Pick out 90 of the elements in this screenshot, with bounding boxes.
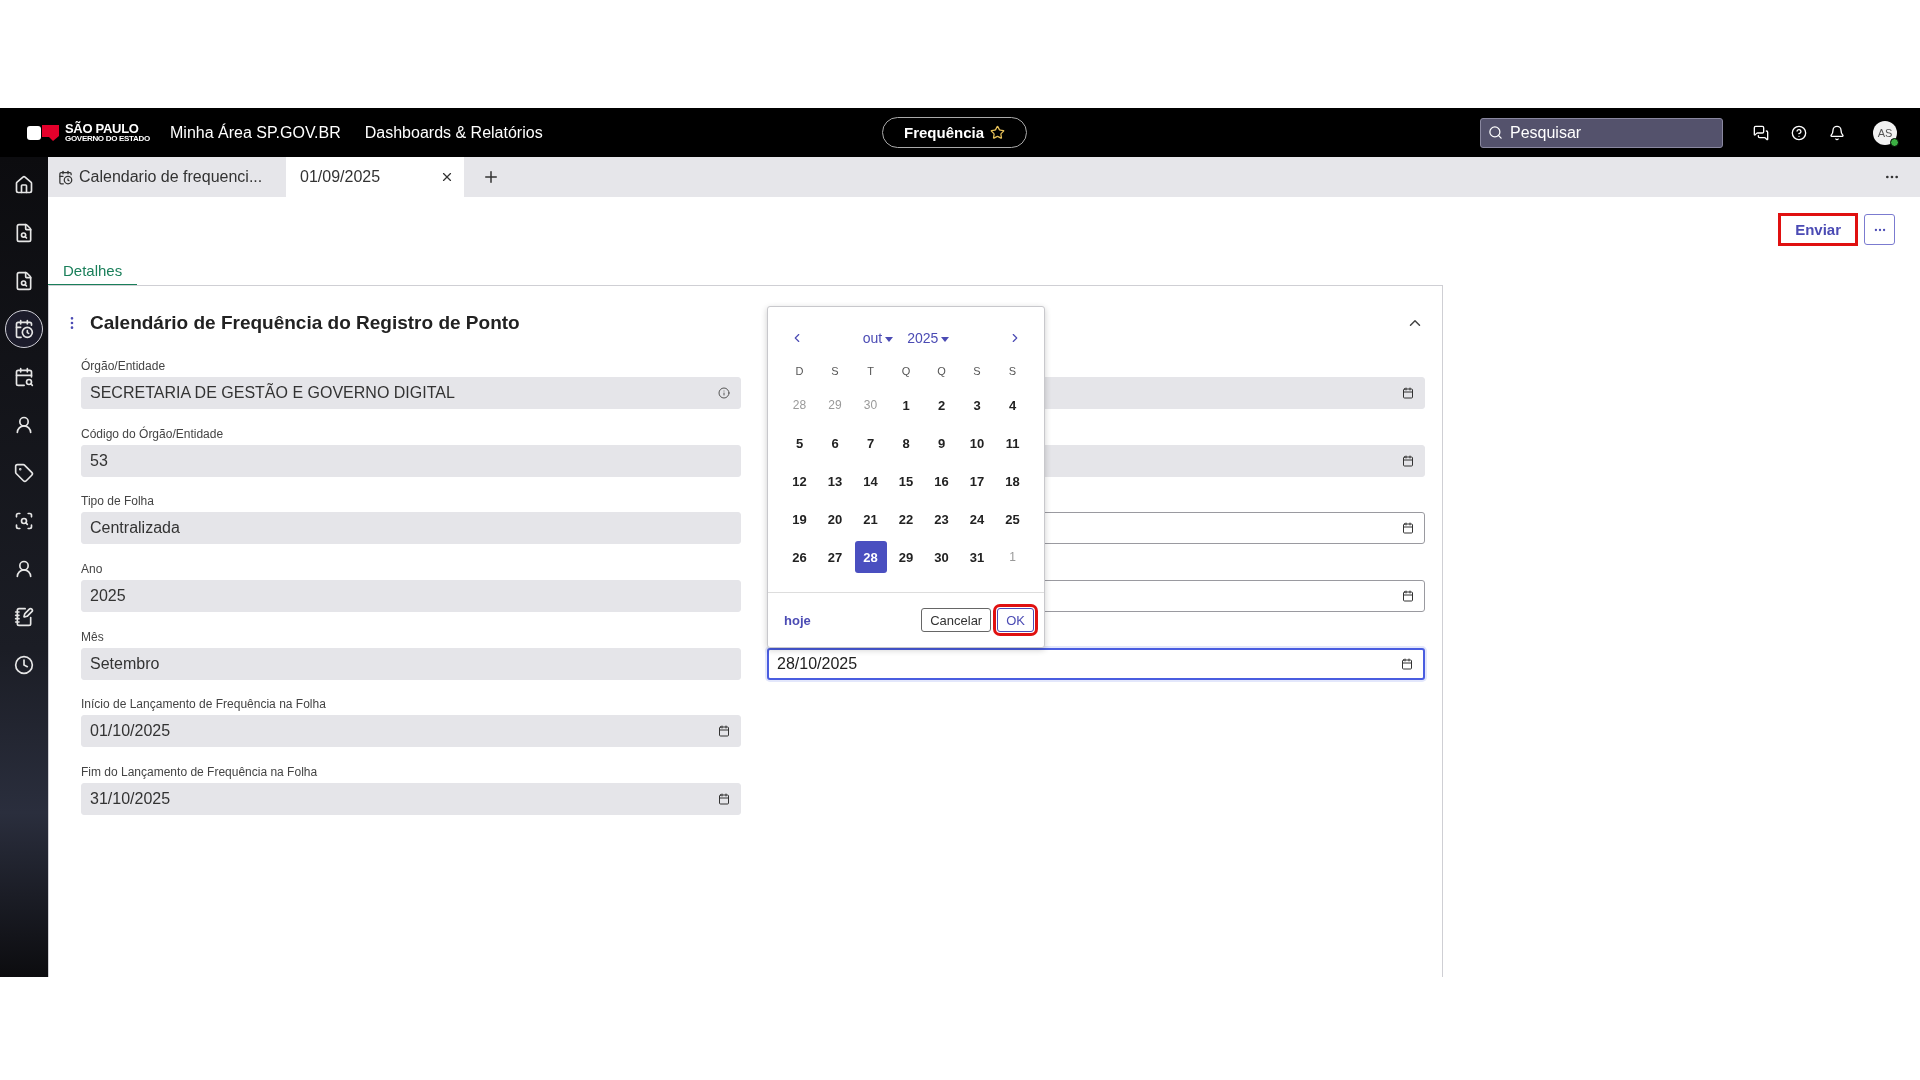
calendar-day[interactable]: 19 [783, 503, 816, 535]
field-label: Mês [81, 629, 105, 646]
calendar-day[interactable]: 7 [854, 427, 887, 459]
person-icon [14, 415, 34, 435]
calendar-day[interactable]: 17 [961, 465, 993, 497]
calendar-day[interactable]: 27 [819, 541, 851, 573]
calendar-day[interactable]: 15 [890, 465, 922, 497]
field-label: Código do Órgão/Entidade [81, 426, 225, 443]
calendar-day[interactable]: 8 [890, 427, 922, 459]
clock-icon [14, 655, 34, 675]
calendar-clock-icon [58, 169, 73, 185]
weekday-label: S [1007, 364, 1018, 379]
calendar-day[interactable]: 1 [890, 389, 922, 421]
bell-icon[interactable] [1829, 124, 1845, 141]
document-search-icon [14, 223, 34, 243]
calendar-day[interactable]: 2 [925, 389, 958, 421]
nav-link[interactable]: Minha Área SP.GOV.BR [170, 123, 341, 142]
search-field[interactable]: Pesquisar [1480, 117, 1723, 148]
sidebar-button[interactable] [5, 310, 43, 348]
calendar-day[interactable]: 11 [996, 427, 1029, 459]
today-link[interactable]: hoje [784, 612, 811, 628]
calendar-day[interactable]: 24 [961, 503, 993, 535]
calendar-icon[interactable] [1402, 590, 1414, 603]
status-dot [1890, 137, 1899, 147]
cancel-button[interactable]: Cancelar [921, 608, 992, 632]
card-title: Calendário de Frequência do Registro de Ponto [90, 312, 520, 334]
logo-subtitle: GOVERNO DO ESTADO [65, 135, 150, 143]
calendar-day[interactable]: 20 [819, 503, 851, 535]
calendar-day[interactable]: 13 [819, 465, 851, 497]
notebook-icon [14, 607, 34, 627]
weekday-label: D [794, 364, 805, 379]
calendar-day[interactable]: 3 [961, 389, 993, 421]
field-label: Início de Lançamento de Frequência na Folha [81, 697, 327, 714]
calendar-icon[interactable] [1402, 522, 1414, 535]
date-field[interactable]: 28/10/2025 [767, 647, 1425, 680]
calendar-day[interactable]: 25 [996, 503, 1029, 535]
field-label: Fim do Lançamento de Frequência na Folha [81, 765, 319, 782]
user-avatar[interactable]: AS [1873, 120, 1897, 145]
weekday-label: Q [936, 364, 947, 379]
info-icon [718, 387, 730, 399]
calendar-day[interactable]: 28 [854, 541, 887, 573]
document-search-icon [14, 271, 34, 291]
search-icon [1488, 124, 1503, 140]
calendar-day[interactable]: 18 [996, 465, 1029, 497]
weekday-label: T [866, 364, 875, 379]
chat-icon[interactable] [1753, 124, 1769, 141]
star-icon [990, 125, 1005, 140]
calendar-day[interactable]: 21 [854, 503, 887, 535]
weekday-label: S [830, 364, 840, 379]
month-select[interactable]: out [858, 330, 898, 346]
send-button[interactable]: Enviar [1778, 213, 1858, 246]
caret-icon [941, 336, 950, 342]
nav-link[interactable]: Dashboards & Relatórios [364, 123, 543, 142]
calendar-day[interactable]: 29 [890, 541, 922, 573]
calendar-day[interactable]: 31 [961, 541, 993, 573]
field-label: Ano [81, 562, 104, 579]
calendar-icon[interactable] [1401, 657, 1413, 670]
calendar-day[interactable]: 9 [925, 427, 958, 459]
year-select[interactable]: 2025 [903, 330, 954, 346]
calendar-day[interactable]: 30 [925, 541, 958, 573]
calendar-day[interactable]: 16 [925, 465, 958, 497]
add-tab-icon[interactable] [482, 168, 500, 186]
calendar-day[interactable]: 22 [890, 503, 922, 535]
section-tab[interactable]: Detalhes [48, 262, 138, 286]
caret-icon [885, 336, 894, 342]
help-icon[interactable] [1791, 124, 1807, 141]
screen-search-icon [14, 511, 34, 531]
weekday-label: Q [900, 364, 912, 379]
person-icon [14, 559, 34, 579]
calendar-day[interactable]: 4 [996, 389, 1029, 421]
calendar-search-icon [14, 367, 34, 387]
calendar-day[interactable]: 10 [961, 427, 993, 459]
calendar-day[interactable]: 12 [783, 465, 816, 497]
tab[interactable]: 01/09/2025 [286, 157, 464, 197]
calendar-day[interactable]: 6 [819, 427, 851, 459]
home-icon [14, 175, 34, 195]
calendar-day[interactable]: 5 [783, 427, 816, 459]
close-icon[interactable] [440, 170, 454, 184]
field-label: Tipo de Folha [81, 494, 155, 511]
calendar-day[interactable]: 26 [783, 541, 816, 573]
calendar-day[interactable]: 23 [925, 503, 958, 535]
app-button[interactable]: Frequência [882, 117, 1027, 148]
weekday-label: S [972, 364, 982, 379]
logo-name: SÃO PAULO [65, 122, 140, 135]
logo-icon [27, 122, 61, 143]
calendar-day[interactable]: 14 [854, 465, 887, 497]
tag-icon [14, 463, 34, 483]
field-label: Órgão/Entidade [81, 359, 167, 375]
more-button[interactable] [1864, 214, 1895, 245]
calendar-clock-icon [14, 319, 34, 339]
